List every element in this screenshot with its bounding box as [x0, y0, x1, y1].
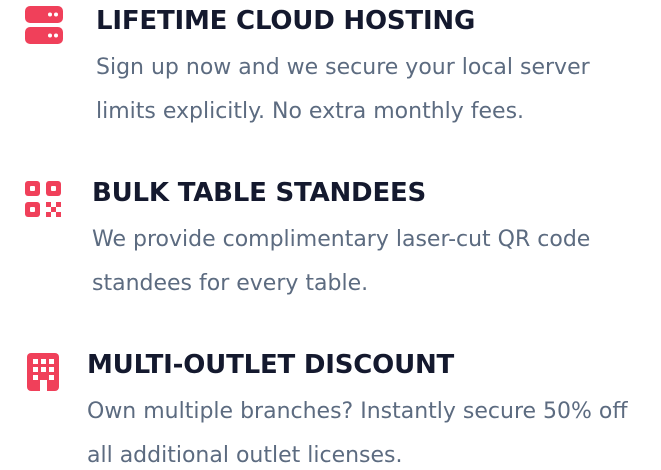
server-icon	[24, 5, 64, 45]
feature-title: LIFETIME CLOUD HOSTING	[96, 6, 476, 36]
qr-code-icon	[24, 180, 64, 220]
building-icon	[24, 352, 64, 392]
feature-description: We provide complimentary laser-cut QR co…	[92, 227, 591, 296]
feature-title: BULK TABLE STANDEES	[92, 178, 427, 208]
feature-description: Own multiple branches? Instantly secure …	[87, 399, 628, 468]
feature-title: MULTI-OUTLET DISCOUNT	[87, 350, 455, 380]
feature-description: Sign up now and we secure your local ser…	[96, 55, 590, 124]
